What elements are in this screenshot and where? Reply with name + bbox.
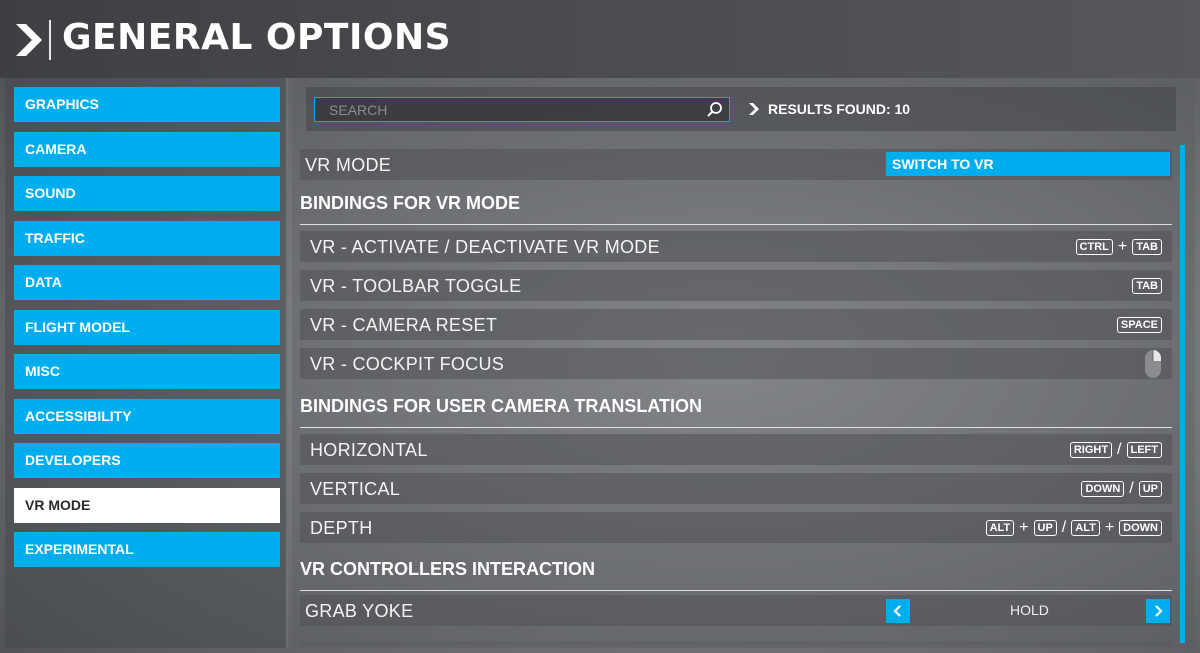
header-bar: GENERAL OPTIONS (0, 0, 1200, 78)
key-badge: SPACE (1116, 317, 1162, 333)
section-title-camera-translation: BINDINGS FOR USER CAMERA TRANSLATION (300, 396, 702, 416)
results-count: RESULTS FOUND: 10 (768, 101, 911, 117)
page-title: GENERAL OPTIONS (62, 17, 452, 58)
key-badge: UP (1033, 520, 1057, 536)
binding-row-horizontal[interactable]: HORIZONTAL RIGHT / LEFT (300, 434, 1172, 465)
next-option-button[interactable] (1146, 599, 1170, 623)
sidebar-item-data[interactable]: DATA (14, 265, 280, 300)
sidebar: GRAPHICS CAMERA SOUND TRAFFIC DATA FLIGH… (5, 78, 288, 648)
header-divider (49, 20, 51, 60)
section-divider (300, 427, 1172, 428)
binding-label: VR - CAMERA RESET (310, 315, 498, 335)
search-input[interactable]: SEARCH (314, 97, 730, 122)
results-chevron-icon (749, 103, 759, 115)
binding-row-toolbar-toggle[interactable]: VR - TOOLBAR TOGGLE TAB (300, 270, 1172, 301)
key-badge: ALT (985, 520, 1015, 536)
sidebar-item-experimental[interactable]: EXPERIMENTAL (14, 532, 280, 567)
binding-label: VR - TOOLBAR TOGGLE (310, 276, 522, 296)
binding-row-vertical[interactable]: VERTICAL DOWN / UP (300, 473, 1172, 504)
setting-row-grab-yoke: GRAB YOKE HOLD (300, 595, 1172, 626)
key-badge: TAB (1132, 278, 1162, 294)
key-badge: UP (1138, 481, 1162, 497)
section-title-vr-bindings: BINDINGS FOR VR MODE (300, 193, 521, 213)
sidebar-item-camera[interactable]: CAMERA (14, 132, 280, 167)
mouse-right-click-icon (1145, 349, 1161, 378)
sidebar-item-graphics[interactable]: GRAPHICS (14, 87, 280, 122)
binding-label: VERTICAL (310, 479, 401, 499)
key-badge: TAB (1132, 239, 1162, 255)
key-separator: / (1117, 441, 1122, 458)
binding-label: DEPTH (310, 518, 373, 538)
key-separator: / (1061, 519, 1067, 536)
section-divider (300, 224, 1172, 225)
sidebar-item-vr-mode[interactable]: VR MODE (14, 488, 280, 523)
key-separator: + (1117, 238, 1128, 255)
binding-label: VR - ACTIVATE / DEACTIVATE VR MODE (310, 237, 660, 257)
binding-label: HORIZONTAL (310, 440, 428, 460)
key-combo: RIGHT / LEFT (1069, 441, 1162, 459)
binding-row-cockpit-focus[interactable]: VR - COCKPIT FOCUS (300, 348, 1172, 379)
key-combo: DOWN / UP (1081, 480, 1162, 498)
sidebar-item-flight-model[interactable]: FLIGHT MODEL (14, 310, 280, 345)
switch-to-vr-button[interactable]: SWITCH TO VR (886, 152, 1170, 176)
sidebar-item-misc[interactable]: MISC (14, 354, 280, 389)
chevron-left-icon (893, 605, 901, 617)
key-combo (1144, 348, 1162, 379)
key-separator: + (1104, 519, 1115, 536)
options-panel: SEARCH RESULTS FOUND: 10 VR MODE SWITCH … (292, 78, 1195, 648)
key-badge: DOWN (1081, 481, 1125, 497)
section-divider (300, 590, 1172, 591)
key-combo: TAB (1132, 277, 1162, 295)
key-combo: ALT + UP / ALT + DOWN (985, 519, 1162, 537)
key-badge: RIGHT (1069, 442, 1113, 458)
grab-yoke-value: HOLD (1010, 602, 1049, 618)
back-chevron-icon[interactable] (14, 22, 44, 58)
search-icon[interactable] (706, 101, 724, 119)
next-row-fade (300, 642, 1172, 648)
setting-label: GRAB YOKE (305, 601, 414, 621)
scrollbar[interactable] (1180, 145, 1185, 643)
sidebar-item-developers[interactable]: DEVELOPERS (14, 443, 280, 478)
key-combo: CTRL + TAB (1075, 238, 1162, 256)
previous-option-button[interactable] (886, 599, 910, 623)
key-badge: DOWN (1119, 520, 1162, 536)
key-badge: LEFT (1126, 442, 1162, 458)
search-placeholder: SEARCH (329, 102, 388, 118)
vr-mode-label: VR MODE (305, 155, 392, 175)
binding-row-depth[interactable]: DEPTH ALT + UP / ALT + DOWN (300, 512, 1172, 543)
sidebar-item-accessibility[interactable]: ACCESSIBILITY (14, 399, 280, 434)
key-badge: ALT (1071, 520, 1100, 536)
binding-row-activate-vr[interactable]: VR - ACTIVATE / DEACTIVATE VR MODE CTRL … (300, 231, 1172, 262)
section-title-controllers: VR CONTROLLERS INTERACTION (300, 559, 595, 579)
binding-row-camera-reset[interactable]: VR - CAMERA RESET SPACE (300, 309, 1172, 340)
chevron-right-icon (1155, 605, 1163, 617)
sidebar-item-traffic[interactable]: TRAFFIC (14, 221, 280, 256)
sidebar-item-sound[interactable]: SOUND (14, 176, 280, 211)
key-separator: / (1129, 480, 1134, 497)
key-combo: SPACE (1116, 316, 1162, 334)
key-badge: CTRL (1075, 239, 1113, 255)
binding-label: VR - COCKPIT FOCUS (310, 354, 505, 374)
key-separator: + (1019, 519, 1029, 536)
